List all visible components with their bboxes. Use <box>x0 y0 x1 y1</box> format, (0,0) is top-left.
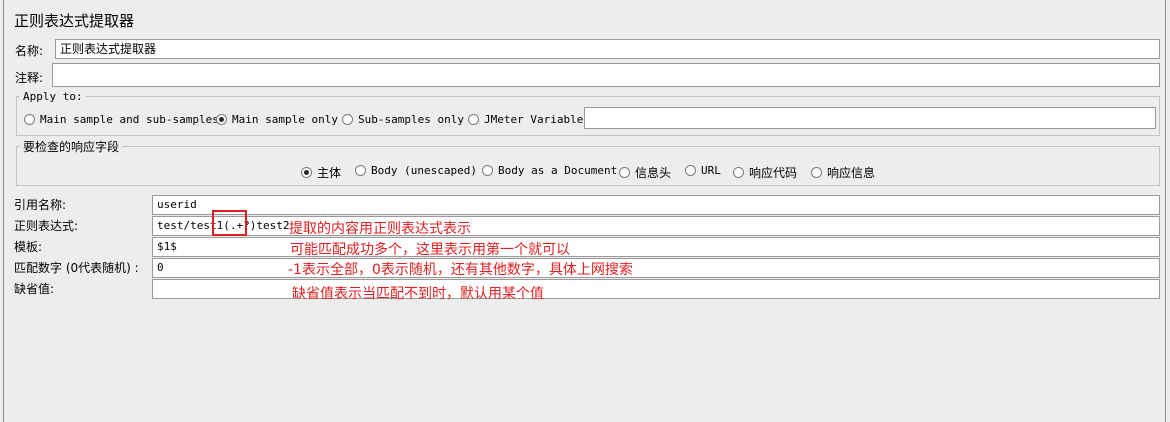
reference-name-label: 引用名称: <box>14 198 67 212</box>
radio-jmeter-variable[interactable]: JMeter Variable <box>468 113 583 126</box>
apply-to-legend: Apply to: <box>20 90 86 103</box>
comment-input[interactable] <box>52 63 1160 87</box>
radio-main-only[interactable]: Main sample only <box>216 113 338 126</box>
radio-response-message[interactable]: 响应信息 <box>811 164 875 181</box>
radio-icon <box>619 167 630 178</box>
jmeter-variable-input[interactable] <box>584 107 1156 129</box>
panel-title: 正则表达式提取器 <box>14 12 135 30</box>
radio-headers[interactable]: 信息头 <box>619 164 671 181</box>
name-label: 名称: <box>15 44 44 58</box>
annotation-match-number: -1表示全部，0表示随机，还有其他数字，具体上网搜索 <box>288 262 633 278</box>
radio-icon <box>468 114 479 125</box>
response-field-legend: 要检查的响应字段 <box>20 138 123 155</box>
comment-label: 注释: <box>15 71 44 85</box>
radio-response-code[interactable]: 响应代码 <box>733 164 797 181</box>
radio-selected-icon <box>216 114 227 125</box>
radio-body-unescaped[interactable]: Body (unescaped) <box>355 164 477 177</box>
annotation-default-value: 缺省值表示当匹配不到时，默认用某个值 <box>292 286 544 302</box>
regex-highlight-box <box>212 210 247 236</box>
radio-url[interactable]: URL <box>685 164 721 177</box>
radio-icon <box>685 165 696 176</box>
name-input[interactable]: 正则表达式提取器 <box>55 39 1160 59</box>
regex-label: 正则表达式: <box>14 219 79 233</box>
radio-sub-only[interactable]: Sub-samples only <box>342 113 464 126</box>
radio-icon <box>24 114 35 125</box>
reference-name-input[interactable]: userid <box>152 195 1160 215</box>
annotation-template: 可能匹配成功多个，这里表示用第一个就可以 <box>290 242 570 258</box>
annotation-regex: 提取的内容用正则表达式表示 <box>289 221 471 237</box>
template-label: 模板: <box>14 240 43 254</box>
radio-icon <box>482 165 493 176</box>
radio-body[interactable]: 主体 <box>301 164 341 181</box>
default-value-label: 缺省值: <box>14 282 55 296</box>
match-number-label: 匹配数字 (0代表随机) : <box>14 261 139 275</box>
radio-icon <box>733 167 744 178</box>
radio-icon <box>342 114 353 125</box>
radio-icon <box>811 167 822 178</box>
radio-body-as-document[interactable]: Body as a Document <box>482 164 617 177</box>
radio-selected-icon <box>301 167 312 178</box>
radio-main-and-sub[interactable]: Main sample and sub-samples <box>24 113 219 126</box>
radio-icon <box>355 165 366 176</box>
